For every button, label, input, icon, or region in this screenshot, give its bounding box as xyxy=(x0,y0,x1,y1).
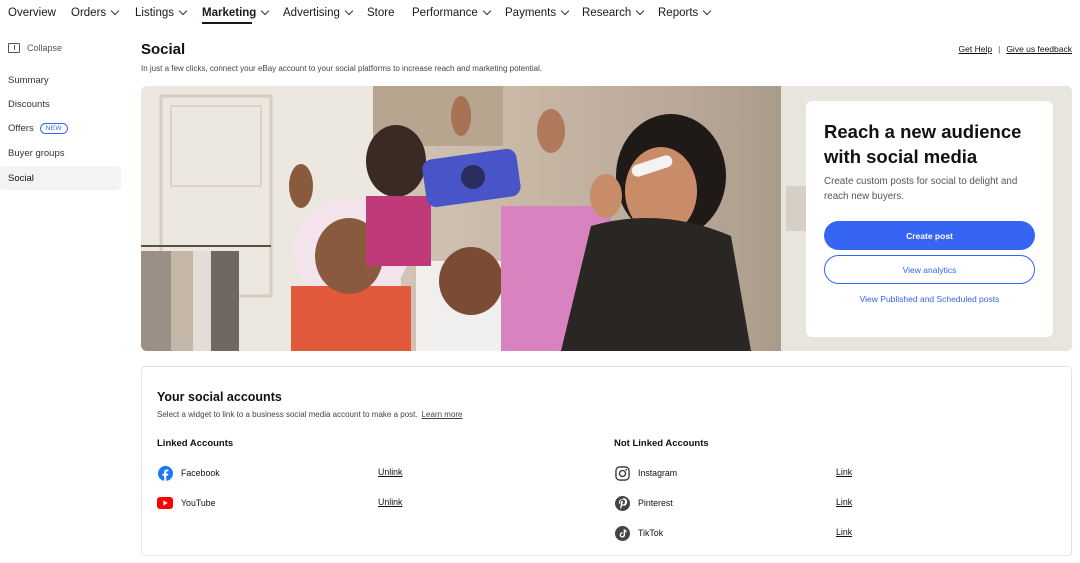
collapse-panel-icon xyxy=(8,43,20,53)
social-accounts-panel: Your social accounts Select a widget to … xyxy=(141,366,1072,556)
sidebar-item-summary[interactable]: Summary xyxy=(0,68,121,92)
feedback-link[interactable]: Give us feedback xyxy=(1006,44,1072,54)
social-accounts-title: Your social accounts xyxy=(157,390,282,404)
nav-research[interactable]: Research xyxy=(582,6,645,19)
chevron-down-icon xyxy=(703,6,712,16)
sidebar-item-discounts[interactable]: Discounts xyxy=(0,92,121,116)
nav-label: Research xyxy=(582,7,632,19)
nav-label: Orders xyxy=(71,7,107,19)
account-row-pinterest: Pinterest xyxy=(614,494,673,512)
sidebar-item-social[interactable]: Social xyxy=(0,166,121,190)
help-links: Get Help | Give us feedback xyxy=(959,44,1072,54)
nav-label: Listings xyxy=(135,7,174,19)
nav-label: Overview xyxy=(8,7,56,19)
account-row-youtube: YouTube xyxy=(157,494,216,512)
page-subtitle: In just a few clicks, connect your eBay … xyxy=(141,64,543,73)
top-navigation: Overview Orders Listings Marketing Adver… xyxy=(0,0,1080,30)
nav-payments[interactable]: Payments xyxy=(505,6,570,19)
account-name: YouTube xyxy=(181,498,216,508)
collapse-label: Collapse xyxy=(27,43,63,53)
not-linked-accounts-title: Not Linked Accounts xyxy=(614,438,709,449)
instagram-icon xyxy=(614,465,630,481)
facebook-unlink-link[interactable]: Unlink xyxy=(378,467,402,477)
nav-label: Performance xyxy=(412,7,478,19)
facebook-icon xyxy=(157,465,173,481)
nav-label: Reports xyxy=(658,7,699,19)
account-name: Pinterest xyxy=(638,498,673,508)
instagram-link-link[interactable]: Link xyxy=(836,467,852,477)
hero-title: Reach a new audience with social media xyxy=(824,121,1022,167)
nav-reports[interactable]: Reports xyxy=(658,6,712,19)
sidebar-item-label: Discounts xyxy=(8,98,50,110)
nav-label: Advertising xyxy=(283,7,340,19)
link-separator: | xyxy=(998,44,1001,54)
hero-card: Reach a new audience with social media C… xyxy=(806,101,1053,337)
linked-accounts-title: Linked Accounts xyxy=(157,438,234,449)
sidebar-item-buyer-groups[interactable]: Buyer groups xyxy=(0,141,121,165)
chevron-down-icon xyxy=(110,6,120,16)
social-accounts-subtitle: Select a widget to link to a business so… xyxy=(157,410,463,419)
get-help-link[interactable]: Get Help xyxy=(959,44,993,54)
nav-label: Marketing xyxy=(202,7,257,19)
account-row-facebook: Facebook xyxy=(157,464,220,482)
chevron-down-icon xyxy=(635,6,645,16)
tiktok-icon xyxy=(614,525,630,541)
pinterest-icon xyxy=(614,495,630,511)
create-post-button[interactable]: Create post xyxy=(824,221,1035,250)
youtube-icon xyxy=(157,495,173,511)
youtube-unlink-link[interactable]: Unlink xyxy=(378,497,402,507)
chevron-down-icon xyxy=(560,6,570,16)
chevron-down-icon xyxy=(344,6,354,16)
account-row-tiktok: TikTok xyxy=(614,524,663,542)
sidebar-item-label: Summary xyxy=(8,74,49,86)
hero-banner: Reach a new audience with social media C… xyxy=(141,86,1072,351)
sidebar-item-label: Offers xyxy=(8,122,34,134)
chevron-down-icon xyxy=(261,6,270,16)
new-badge: NEW xyxy=(39,122,68,134)
nav-listings[interactable]: Listings xyxy=(135,6,188,19)
tiktok-link-link[interactable]: Link xyxy=(836,527,852,537)
social-accounts-subtitle-text: Select a widget to link to a business so… xyxy=(157,410,418,419)
collapse-sidebar-button[interactable]: Collapse xyxy=(8,43,62,53)
sidebar-item-label: Buyer groups xyxy=(8,147,65,159)
learn-more-link[interactable]: Learn more xyxy=(422,410,463,419)
pinterest-link-link[interactable]: Link xyxy=(836,497,852,507)
nav-marketing[interactable]: Marketing xyxy=(202,6,270,19)
account-row-instagram: Instagram xyxy=(614,464,677,482)
hero-description: Create custom posts for social to deligh… xyxy=(824,176,1018,202)
sidebar-item-offers[interactable]: Offers NEW xyxy=(0,116,121,140)
account-name: Facebook xyxy=(181,468,220,478)
view-published-posts-link[interactable]: View Published and Scheduled posts xyxy=(824,294,1035,304)
nav-overview[interactable]: Overview xyxy=(8,7,56,19)
chevron-down-icon xyxy=(482,6,492,16)
active-nav-underline xyxy=(202,22,252,24)
nav-orders[interactable]: Orders xyxy=(71,6,120,19)
nav-label: Store xyxy=(367,7,395,19)
nav-advertising[interactable]: Advertising xyxy=(283,6,354,19)
account-name: TikTok xyxy=(638,528,664,538)
sidebar-item-label: Social xyxy=(8,172,34,184)
nav-label: Payments xyxy=(505,7,557,19)
view-analytics-button[interactable]: View analytics xyxy=(824,255,1035,284)
nav-store[interactable]: Store xyxy=(367,7,395,19)
nav-performance[interactable]: Performance xyxy=(412,6,492,19)
account-name: Instagram xyxy=(638,468,678,478)
chevron-down-icon xyxy=(178,6,188,16)
page-title: Social xyxy=(141,41,186,58)
